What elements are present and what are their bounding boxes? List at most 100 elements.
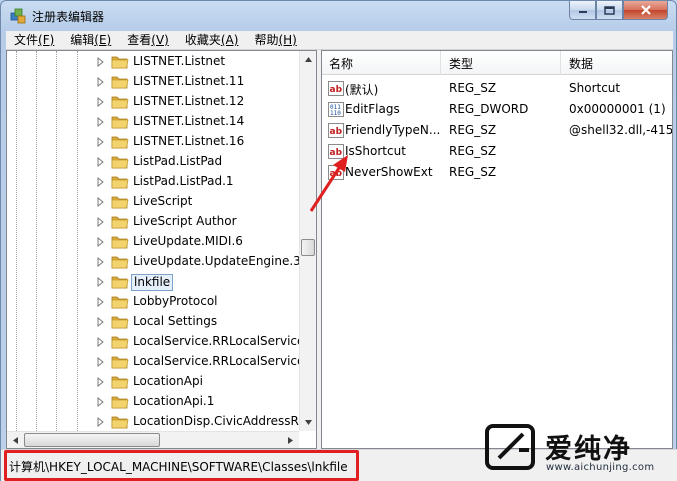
window-title: 注册表编辑器 bbox=[32, 10, 105, 24]
tree-item[interactable]: LISTNET.Listnet.16 bbox=[7, 132, 303, 152]
menu-edit-key: (E) bbox=[94, 33, 112, 47]
value-name: IsShortcut bbox=[345, 144, 406, 158]
folder-icon bbox=[111, 296, 129, 309]
key-tree-pane[interactable]: LISTNET.Listnet LISTNET.Listnet.11 LISTNET… bbox=[6, 50, 317, 449]
menu-favorites-label: 收藏夹 bbox=[184, 33, 221, 47]
tree-item[interactable]: LocationApi.1 bbox=[7, 392, 303, 412]
tree-item[interactable]: LocalService.RRLocalService.1 bbox=[7, 352, 316, 372]
expand-arrow-icon[interactable] bbox=[96, 77, 105, 87]
tree-item[interactable]: LiveUpdate.UpdateEngine.3 bbox=[7, 252, 303, 272]
expand-arrow-icon[interactable] bbox=[96, 157, 105, 167]
expand-arrow-icon[interactable] bbox=[96, 257, 105, 267]
value-row[interactable]: ab IsShortcut REG_SZ bbox=[322, 141, 672, 162]
tree-item[interactable]: Local Settings bbox=[7, 312, 303, 332]
menu-favorites[interactable]: 收藏夹(A) bbox=[177, 31, 247, 49]
expand-arrow-icon[interactable] bbox=[96, 277, 105, 287]
tree-item[interactable]: LiveScript Author bbox=[7, 212, 303, 232]
tree-item[interactable]: ListPad.ListPad.1 bbox=[7, 172, 303, 192]
folder-icon bbox=[111, 136, 129, 149]
expand-arrow-icon[interactable] bbox=[96, 57, 105, 67]
tree-item-label: LISTNET.Listnet.11 bbox=[133, 74, 245, 88]
minimize-button[interactable] bbox=[569, 1, 596, 20]
tree-item[interactable]: LiveUpdate.MIDI.6 bbox=[7, 232, 303, 252]
svg-text:ab: ab bbox=[330, 148, 343, 158]
tree-item[interactable]: LocationApi bbox=[7, 372, 303, 392]
tree-item-label: LiveUpdate.MIDI.6 bbox=[133, 234, 243, 248]
folder-icon bbox=[111, 236, 129, 249]
tree-item[interactable]: LocationDisp.CivicAddressRe bbox=[7, 412, 306, 432]
menu-help-label: 帮助 bbox=[254, 33, 279, 47]
folder-icon bbox=[111, 376, 129, 389]
expand-arrow-icon[interactable] bbox=[96, 117, 105, 127]
tree-item[interactable]: LISTNET.Listnet.11 bbox=[7, 72, 303, 92]
close-button[interactable] bbox=[623, 1, 668, 20]
tree-horizontal-scrollbar[interactable] bbox=[7, 431, 299, 448]
expand-arrow-icon[interactable] bbox=[96, 97, 105, 107]
title-bar[interactable]: 注册表编辑器 bbox=[1, 1, 676, 31]
value-row[interactable]: ab (默认) REG_SZ Shortcut bbox=[322, 78, 672, 99]
expand-arrow-icon[interactable] bbox=[96, 357, 105, 367]
expand-arrow-icon[interactable] bbox=[96, 397, 105, 407]
menu-view[interactable]: 查看(V) bbox=[119, 31, 177, 49]
expand-arrow-icon[interactable] bbox=[96, 217, 105, 227]
tree-item[interactable]: LiveScript bbox=[7, 192, 303, 212]
value-type: REG_SZ bbox=[449, 144, 497, 158]
menu-file-label: 文件 bbox=[14, 33, 39, 47]
menu-help[interactable]: 帮助(H) bbox=[246, 31, 304, 49]
tree-item[interactable]: ListPad.ListPad bbox=[7, 152, 303, 172]
tree-item[interactable]: LISTNET.Listnet bbox=[7, 52, 303, 72]
watermark-url: www.aichunjing.com bbox=[546, 462, 655, 473]
values-list-pane[interactable]: 名称 类型 数据 ab (默认) REG_SZ Shortcut 011 110 EditF… bbox=[321, 50, 673, 449]
string-value-icon: ab bbox=[328, 123, 344, 138]
tree-item[interactable]: LISTNET.Listnet.14 bbox=[7, 112, 303, 132]
folder-icon bbox=[111, 96, 129, 109]
expand-arrow-icon[interactable] bbox=[96, 297, 105, 307]
tree-item[interactable]: lnkfile bbox=[7, 272, 303, 292]
menu-bar: 文件(F) 编辑(E) 查看(V) 收藏夹(A) 帮助(H) bbox=[6, 31, 673, 50]
tree-item-label: LiveScript Author bbox=[133, 214, 237, 228]
menu-edit[interactable]: 编辑(E) bbox=[62, 31, 119, 49]
tree-hscroll-thumb[interactable] bbox=[24, 433, 160, 447]
scroll-down-arrow-icon[interactable] bbox=[300, 414, 316, 431]
tree-item[interactable]: LocalService.RRLocalService bbox=[7, 332, 304, 352]
folder-icon bbox=[111, 276, 129, 289]
expand-arrow-icon[interactable] bbox=[96, 137, 105, 147]
column-header-name[interactable]: 名称 bbox=[329, 55, 353, 72]
expand-arrow-icon[interactable] bbox=[96, 337, 105, 347]
tree-item-label: LISTNET.Listnet bbox=[133, 54, 226, 68]
scroll-left-arrow-icon[interactable] bbox=[7, 432, 23, 448]
tree-item[interactable]: LobbyProtocol bbox=[7, 292, 303, 312]
tree-item[interactable]: LISTNET.Listnet.12 bbox=[7, 92, 303, 112]
folder-icon bbox=[111, 56, 129, 69]
scroll-up-arrow-icon[interactable] bbox=[300, 51, 316, 68]
folder-icon bbox=[111, 256, 129, 269]
menu-file[interactable]: 文件(F) bbox=[6, 31, 62, 49]
tree-vertical-scrollbar[interactable] bbox=[299, 51, 316, 431]
expand-arrow-icon[interactable] bbox=[96, 237, 105, 247]
value-name: FriendlyTypeN... bbox=[345, 123, 441, 137]
tree-item-label: LISTNET.Listnet.12 bbox=[133, 94, 245, 108]
expand-arrow-icon[interactable] bbox=[96, 417, 105, 427]
watermark-title: 爱纯净 bbox=[545, 434, 632, 465]
expand-arrow-icon[interactable] bbox=[96, 377, 105, 387]
value-data: @shell32.dll,-415... bbox=[569, 123, 672, 137]
value-type: REG_SZ bbox=[449, 123, 497, 137]
folder-icon bbox=[111, 216, 129, 229]
value-row[interactable]: ab FriendlyTypeN... REG_SZ @shell32.dll,-41… bbox=[322, 120, 672, 141]
expand-arrow-icon[interactable] bbox=[96, 177, 105, 187]
folder-icon bbox=[111, 356, 129, 369]
column-header-data[interactable]: 数据 bbox=[569, 55, 593, 72]
column-header-type[interactable]: 类型 bbox=[449, 55, 473, 72]
expand-arrow-icon[interactable] bbox=[96, 197, 105, 207]
expand-arrow-icon[interactable] bbox=[96, 317, 105, 327]
tree-scroll-thumb[interactable] bbox=[301, 239, 315, 256]
folder-icon bbox=[111, 336, 129, 349]
maximize-button[interactable] bbox=[596, 1, 623, 20]
value-row[interactable]: ab NeverShowExt REG_SZ bbox=[322, 162, 672, 183]
maximize-icon bbox=[604, 5, 615, 15]
watermark: 爱纯净 www.aichunjing.com bbox=[485, 422, 675, 479]
regedit-app-icon bbox=[10, 8, 26, 24]
scroll-right-arrow-icon[interactable] bbox=[282, 432, 298, 448]
value-type: REG_SZ bbox=[449, 165, 497, 179]
value-row[interactable]: 011 110 EditFlags REG_DWORD 0x00000001 (1) bbox=[322, 99, 672, 120]
